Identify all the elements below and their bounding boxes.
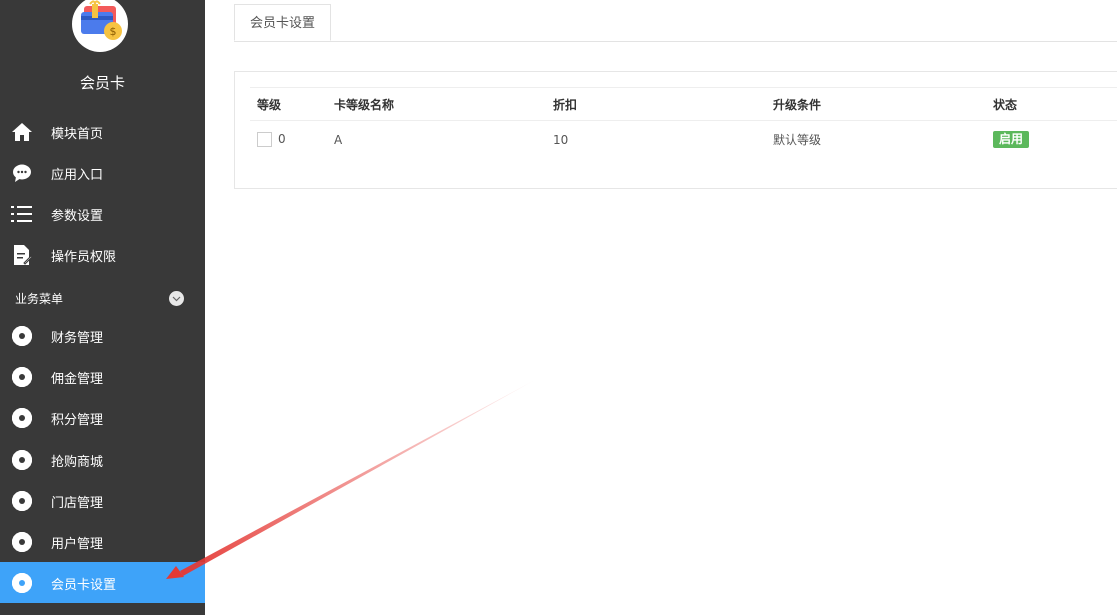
gear-icon (11, 572, 33, 594)
nav-item-app-entry[interactable]: 应用入口 (0, 152, 205, 193)
gear-icon (11, 407, 33, 429)
nav-item-label: 用户管理 (51, 537, 104, 552)
document-edit-icon (11, 244, 33, 266)
chevron-down-icon[interactable] (169, 291, 184, 306)
card-level-table: 等级 卡等级名称 折扣 升级条件 状态 0 A 10 默认等级 启用 (250, 87, 1117, 158)
nav-item-commission[interactable]: 佣金管理 (0, 356, 205, 397)
nav-item-parameter-settings[interactable]: 参数设置 (0, 193, 205, 234)
cell-card-level-name: A (334, 132, 343, 147)
column-header-status: 状态 (993, 87, 1117, 121)
nav-item-label: 操作员权限 (51, 250, 117, 265)
gear-icon (11, 325, 33, 347)
status-badge[interactable]: 启用 (993, 131, 1030, 148)
tab-membership-card-settings[interactable]: 会员卡设置 (234, 4, 332, 41)
tab-bar: 会员卡设置 (234, 0, 1117, 42)
gear-icon (11, 531, 33, 553)
section-label: 业务菜单 (15, 292, 64, 306)
home-icon (11, 121, 33, 143)
cell-level: 0 (250, 121, 334, 159)
row-checkbox[interactable] (257, 132, 272, 147)
app-logo: $ (72, 0, 128, 52)
column-header-level: 等级 (250, 87, 334, 121)
table-row: 0 A 10 默认等级 启用 (250, 121, 1117, 159)
sidebar: $ 会员卡 模块首页 应用入口 参数设置 操作员权限 业务菜单 财务管理 佣金管… (0, 0, 205, 615)
nav-item-users[interactable]: 用户管理 (0, 521, 205, 562)
business-menu-header[interactable]: 业务菜单 (0, 283, 205, 313)
gear-icon (11, 490, 33, 512)
app-name: 会员卡 (79, 74, 125, 92)
cell-status: 启用 (993, 121, 1117, 159)
column-header-discount: 折扣 (553, 87, 773, 121)
card-level-panel: 等级 卡等级名称 折扣 升级条件 状态 0 A 10 默认等级 启用 (234, 71, 1117, 189)
list-icon (11, 203, 33, 225)
svg-text:$: $ (110, 25, 117, 38)
nav-item-label: 门店管理 (51, 496, 104, 511)
nav-item-label: 参数设置 (51, 209, 104, 224)
nav-item-module-home[interactable]: 模块首页 (0, 111, 205, 152)
nav-item-operator-permissions[interactable]: 操作员权限 (0, 234, 205, 275)
table-header-row: 等级 卡等级名称 折扣 升级条件 状态 (250, 87, 1117, 121)
cell-discount: 10 (553, 132, 569, 147)
cell-upgrade-condition: 默认等级 (773, 133, 822, 147)
nav-item-label: 佣金管理 (51, 372, 104, 387)
nav-item-label: 抢购商城 (51, 455, 104, 470)
nav-item-finance[interactable]: 财务管理 (0, 315, 205, 356)
nav-item-points[interactable]: 积分管理 (0, 397, 205, 438)
column-header-upgrade-condition: 升级条件 (773, 87, 993, 121)
nav-item-flash-sale-mall[interactable]: 抢购商城 (0, 439, 205, 480)
gear-icon (11, 366, 33, 388)
column-header-card-level-name: 卡等级名称 (334, 87, 553, 121)
nav-item-label: 模块首页 (51, 127, 104, 142)
nav-item-store[interactable]: 门店管理 (0, 480, 205, 521)
nav-item-label: 财务管理 (51, 331, 104, 346)
chat-icon (11, 162, 33, 184)
gear-icon (11, 449, 33, 471)
nav-item-label: 应用入口 (51, 168, 104, 183)
nav-item-label: 会员卡设置 (51, 578, 117, 593)
level-value: 0 (278, 132, 286, 146)
nav-item-membership-card-settings[interactable]: 会员卡设置 (0, 562, 205, 603)
nav-item-label: 积分管理 (51, 413, 104, 428)
